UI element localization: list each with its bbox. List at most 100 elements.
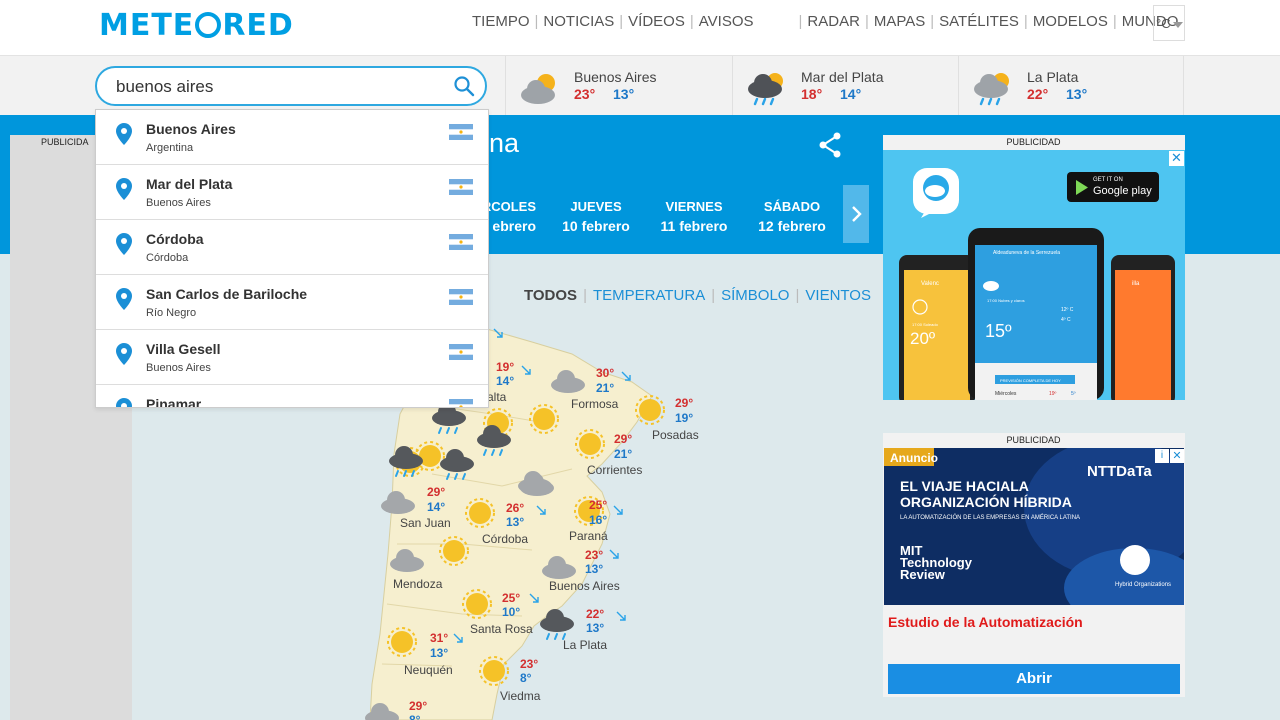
quick-city-max: 22° (1027, 86, 1049, 102)
close-icon[interactable]: ✕ (1169, 151, 1184, 166)
map-city-name: Formosa (571, 397, 619, 411)
argentina-flag-icon (449, 179, 473, 195)
map-city-name: Santa Rosa (470, 622, 533, 636)
map-city-min: 13° (430, 646, 448, 660)
unit-label: °C (1156, 16, 1171, 31)
suggestion-city: Villa Gesell (146, 341, 221, 357)
main-nav: TIEMPO | NOTICIAS | VÍDEOS | AVISOS | RADAR… (467, 13, 1183, 30)
ad-row-min: 5º (1071, 391, 1076, 397)
map-city-min: 13° (585, 562, 603, 576)
day-tab-jueves[interactable]: JUEVES 10 febrero (546, 199, 646, 234)
ad-phone-temp: 15º (985, 321, 1012, 341)
map-city-min: 21° (596, 381, 614, 395)
suggestion-city: Mar del Plata (146, 176, 233, 192)
map-city-max: 19° (496, 360, 514, 374)
quick-city-min: 13° (613, 86, 635, 102)
search-box[interactable] (95, 66, 487, 106)
map-city-min: 21° (614, 447, 632, 461)
argentina-flag-icon (449, 234, 473, 250)
nav-mapas[interactable]: MAPAS (869, 13, 930, 30)
ad-left-sub: 17:00 Soleado (912, 322, 939, 327)
nav-avisos[interactable]: AVISOS (694, 13, 759, 30)
suggestion-region: Río Negro (146, 307, 197, 319)
map-city-name: Posadas (652, 428, 699, 442)
search-strip: Buenos Aires 23° 13° Mar del Plata 18° 1… (0, 55, 1280, 116)
nav-modelos[interactable]: MODELOS (1028, 13, 1113, 30)
ad-label: PUBLICIDAD (1006, 435, 1061, 445)
sun-icon (635, 395, 665, 425)
nav-radar[interactable]: RADAR (802, 13, 865, 30)
suggestion-item[interactable]: Córdoba Córdoba (96, 220, 488, 275)
quick-city-mar-del-plata[interactable]: Mar del Plata 18° 14° (732, 56, 958, 116)
suggestion-region: Argentina (146, 142, 194, 154)
map-city-name: Paraná (569, 529, 608, 543)
suggestion-item[interactable]: San Carlos de Bariloche Río Negro (96, 275, 488, 330)
ad-banner[interactable]: GET IT ON Google play Valenc 17:00 Solea… (883, 150, 1185, 400)
search-icon[interactable] (453, 75, 475, 97)
location-pin-icon (116, 398, 132, 407)
ad-phone-location: Aldeaduneva de la Serrezuela (993, 250, 1060, 256)
map-city-max: 29° (409, 699, 427, 713)
svg-text:EL VIAJE HACIALA: EL VIAJE HACIALA (900, 478, 1029, 494)
ad-label: PUBLICIDAD (1006, 137, 1061, 147)
ad-side-temp: 4º C (1061, 317, 1071, 323)
quick-city-la-plata[interactable]: La Plata 22° 13° (958, 56, 1184, 116)
rain-cloud-icon (974, 73, 1009, 106)
map-city-max: 29° (427, 485, 445, 499)
map-city-name: Neuquén (404, 663, 453, 677)
ad-side-temp: 12º C (1061, 307, 1074, 313)
quick-city-max: 18° (801, 86, 823, 102)
ad-image[interactable]: Anuncio NTTDaTa EL VIAJE HACIALA ORGANIZ… (884, 448, 1184, 605)
map-city-max: 29° (614, 432, 632, 446)
logo[interactable]: METE RED (99, 8, 294, 43)
map-city-min: 13° (586, 621, 604, 635)
day-name: JUEVES (570, 199, 622, 214)
next-days-button[interactable] (843, 185, 869, 243)
suggestion-city: Buenos Aires (146, 121, 236, 137)
map-city-name: Corrientes (587, 463, 642, 477)
location-pin-icon (116, 233, 132, 255)
map-city-max: 23° (520, 657, 538, 671)
quick-city-name: Mar del Plata (801, 69, 884, 85)
ad-row-max: 19º (1049, 391, 1057, 397)
suggestion-region: Buenos Aires (146, 362, 211, 374)
search-input[interactable] (116, 77, 436, 97)
day-tab-sabado[interactable]: SÁBADO 12 febrero (742, 199, 842, 234)
suggestion-item[interactable]: Buenos Aires Argentina (96, 110, 488, 165)
map-city-min: 13° (506, 515, 524, 529)
quick-city-name: La Plata (1027, 69, 1079, 85)
suggestion-item[interactable]: Villa Gesell Buenos Aires (96, 330, 488, 385)
open-button[interactable]: Abrir (888, 664, 1180, 694)
ntt-logo: NTTDaTa (1087, 463, 1152, 480)
nav-noticias[interactable]: NOTICIAS (538, 13, 619, 30)
close-icon[interactable]: ✕ (1170, 449, 1184, 463)
nav-tiempo[interactable]: TIEMPO (467, 13, 535, 30)
nav-satelites[interactable]: SATÉLITES (934, 13, 1024, 30)
ad-meteored-app[interactable]: PUBLICIDAD GET IT ON Google play Valenc … (883, 135, 1185, 400)
page-title: na (489, 128, 520, 158)
ad-hybrid: Hybrid Organizations (1115, 582, 1171, 588)
unit-selector[interactable]: °C (1153, 5, 1185, 41)
suggestion-item[interactable]: Pinamar (96, 385, 488, 407)
day-tab-viernes[interactable]: VIERNES 11 febrero (644, 199, 744, 234)
wind-arrow-icon (613, 505, 623, 515)
suggestion-item[interactable]: Mar del Plata Buenos Aires (96, 165, 488, 220)
app-promo-graphic: GET IT ON Google play Valenc 17:00 Solea… (899, 168, 1175, 400)
map-city-name: La Plata (563, 638, 607, 652)
map-city-name: alta (487, 390, 507, 404)
map-city-min: 8° (409, 713, 421, 720)
ad-headline[interactable]: Estudio de la Automatización (888, 614, 1083, 630)
location-pin-icon (116, 178, 132, 200)
quick-city-buenos-aires[interactable]: Buenos Aires 23° 13° (505, 56, 732, 116)
map-city-max: 25° (502, 591, 520, 605)
quick-city-name: Buenos Aires (574, 69, 657, 85)
map-city-min: 14° (496, 374, 514, 388)
location-pin-icon (116, 123, 132, 145)
nav-videos[interactable]: VÍDEOS (623, 13, 690, 30)
ad-graphic: Anuncio NTTDaTa EL VIAJE HACIALA ORGANIZ… (884, 448, 1184, 605)
ad-ntt-data[interactable]: PUBLICIDAD Anuncio NTTDaTa EL VIAJE HACI… (883, 433, 1185, 697)
info-icon[interactable]: i (1155, 449, 1169, 463)
google-play-small: GET IT ON (1093, 177, 1123, 183)
share-icon[interactable] (818, 132, 842, 158)
ad-forecast-bar: PREVISIÓN COMPLETA DE HOY (1000, 378, 1061, 383)
